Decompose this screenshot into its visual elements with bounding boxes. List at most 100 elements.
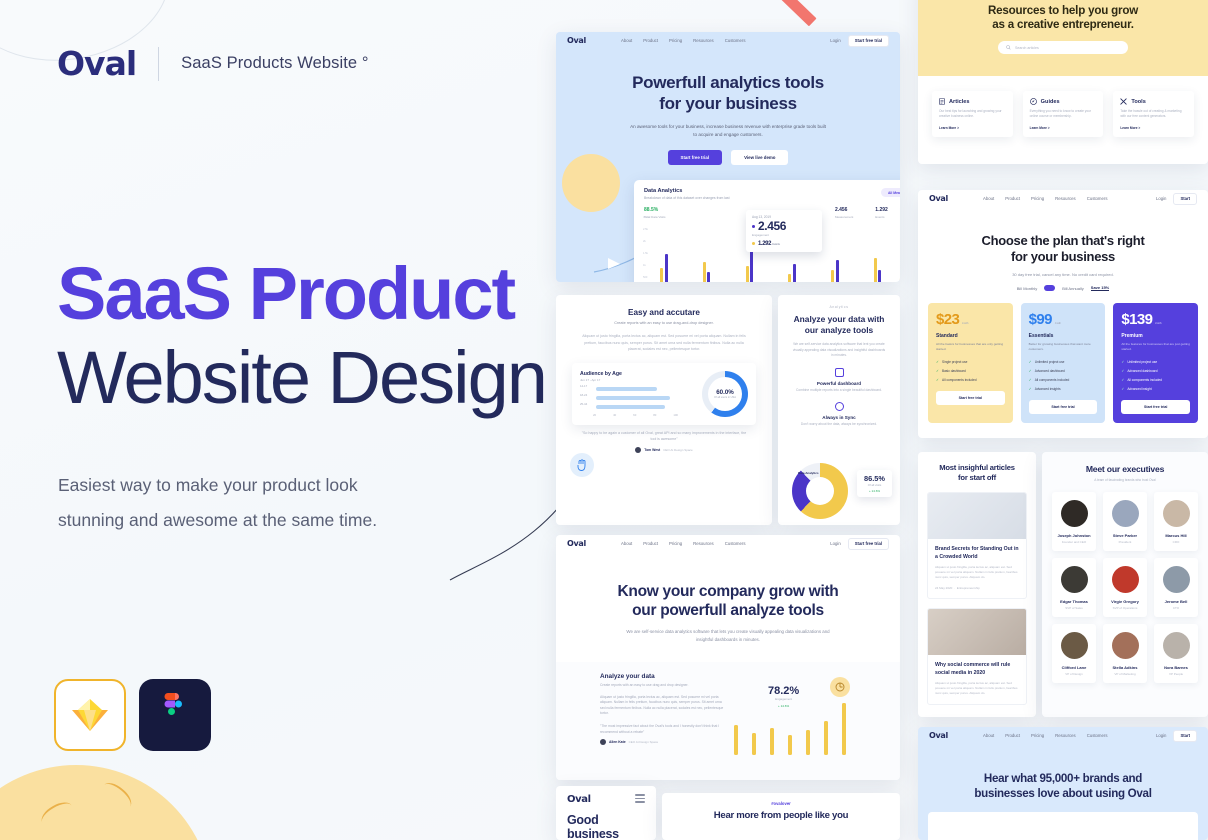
know-link-customers[interactable]: Customers bbox=[725, 541, 746, 546]
card-link-tools[interactable]: Learn More > bbox=[1120, 126, 1187, 130]
mockup-easy-accurate[interactable]: Easy and accutare Create reports with an… bbox=[556, 295, 772, 525]
mockup-resources[interactable]: Resources to help you grow as a creative… bbox=[918, 0, 1208, 164]
analyze-pct-card: 86.5% Of all visits + 14.6% bbox=[857, 470, 892, 497]
plan-essentials-cta[interactable]: Start free trial bbox=[1028, 400, 1098, 415]
mockup-analyze-tools[interactable]: Analytics Analyze your data with our ana… bbox=[778, 295, 900, 525]
resource-card-articles[interactable]: Articles Our best tips for launching and… bbox=[932, 91, 1013, 137]
hear-link-customers[interactable]: Customers bbox=[1087, 733, 1108, 738]
executive-card[interactable]: Virgie Gregory SVP of Operations bbox=[1103, 558, 1147, 617]
exec-name: Jerome Bell bbox=[1164, 599, 1188, 604]
plan-standard[interactable]: $23/month Standard All the basics for bu… bbox=[928, 303, 1013, 424]
executive-card[interactable]: Steve Parker President bbox=[1103, 492, 1147, 551]
know-nav-links: About Product Pricing Resources Customer… bbox=[621, 541, 746, 546]
hear-cta-button[interactable]: Start bbox=[1173, 729, 1197, 742]
avatar bbox=[1162, 566, 1190, 593]
hear-login-link[interactable]: Login bbox=[1156, 733, 1167, 738]
search-input[interactable]: Search articles bbox=[998, 41, 1128, 54]
brand-subtitle: SaaS Products Website ° bbox=[181, 54, 369, 72]
nav-link-pricing[interactable]: Pricing bbox=[669, 38, 682, 43]
executive-card[interactable]: Jerome Bell CTO bbox=[1154, 558, 1198, 617]
donut-value: 60.0% bbox=[716, 388, 734, 396]
author-role: CEO At Design Space bbox=[663, 447, 693, 452]
card-link-articles[interactable]: Learn More > bbox=[939, 126, 1006, 130]
age-row-label-3: 25-44 bbox=[580, 402, 588, 406]
pricing-link-customers[interactable]: Customers bbox=[1087, 196, 1108, 201]
pricing-link-product[interactable]: Product bbox=[1005, 196, 1020, 201]
pricing-cta-button[interactable]: Start bbox=[1173, 192, 1197, 205]
mock-nav-links: About Product Pricing Resources Customer… bbox=[621, 38, 746, 43]
pricing-link-about[interactable]: About bbox=[983, 196, 994, 201]
mockup-pricing[interactable]: Oval About Product Pricing Resources Cus… bbox=[918, 190, 1208, 438]
bill-monthly-label[interactable]: Bill Monthly bbox=[1017, 286, 1037, 291]
pricing-link-pricing[interactable]: Pricing bbox=[1031, 196, 1044, 201]
know-link-product[interactable]: Product bbox=[643, 541, 658, 546]
card-title-tools: Tools bbox=[1131, 98, 1146, 105]
know-link-about[interactable]: About bbox=[621, 541, 632, 546]
executive-card[interactable]: Nora Barnes VP People bbox=[1154, 624, 1198, 683]
mockup-good-business[interactable]: Oval Good business bbox=[556, 786, 656, 840]
start-trial-button[interactable]: Start free trial bbox=[847, 34, 889, 47]
bill-annually-label[interactable]: Bill Annually bbox=[1062, 286, 1084, 291]
billing-toggle[interactable] bbox=[1044, 285, 1056, 291]
plan-standard-features: ✓ Single project use ✓ Basic dashboard ✓ Al… bbox=[936, 360, 1005, 382]
exec-role: CTO bbox=[1172, 606, 1180, 610]
know-cta-button[interactable]: Start free trial bbox=[847, 537, 889, 550]
executive-card[interactable]: Stella Adkins VP of Marketing bbox=[1103, 624, 1147, 683]
nav-link-about[interactable]: About bbox=[621, 38, 632, 43]
executive-card[interactable]: Joseph Johnston Founder and CEO bbox=[1052, 492, 1096, 551]
nav-link-resources[interactable]: Resources bbox=[693, 38, 714, 43]
title-line-1: SaaS Product bbox=[57, 252, 516, 335]
sketch-badge[interactable] bbox=[54, 679, 126, 751]
hear-link-pricing[interactable]: Pricing bbox=[1031, 733, 1044, 738]
resources-title-line-2: as a creative entrepreneur. bbox=[992, 18, 1134, 31]
hamburger-menu-icon[interactable] bbox=[635, 794, 645, 804]
measurements-filter[interactable]: All Measurements bbox=[880, 188, 900, 197]
hear-link-resources[interactable]: Resources bbox=[1055, 733, 1076, 738]
pricing-login-link[interactable]: Login bbox=[1156, 196, 1167, 201]
pricing-link-resources[interactable]: Resources bbox=[1055, 196, 1076, 201]
executive-card[interactable]: Clifford Lane VP of Design bbox=[1052, 624, 1096, 683]
mockup-know-company[interactable]: Oval About Product Pricing Resources Cus… bbox=[556, 535, 900, 780]
hear-link-about[interactable]: About bbox=[983, 733, 994, 738]
mockup-articles[interactable]: Most insighful articles for start off Br… bbox=[918, 452, 1036, 717]
know-login-link[interactable]: Login bbox=[830, 541, 841, 546]
nav-link-product[interactable]: Product bbox=[643, 38, 658, 43]
executive-card[interactable]: Marcus Hill CRO bbox=[1154, 492, 1198, 551]
plan-premium-cta[interactable]: Start free trial bbox=[1121, 400, 1191, 415]
plan-standard-cta[interactable]: Start free trial bbox=[936, 391, 1005, 406]
article-item[interactable]: Why social commerce will rule social med… bbox=[927, 608, 1027, 705]
mockup-executives[interactable]: Meet our executives A team of fascinatin… bbox=[1042, 452, 1208, 717]
article-item[interactable]: Brand Secrets for Standing Out in a Crow… bbox=[927, 492, 1027, 599]
resource-card-guides[interactable]: Guides Everything you need to know to cr… bbox=[1022, 91, 1104, 137]
plan-premium[interactable]: $139/month Premium All the features for … bbox=[1113, 303, 1199, 424]
executive-card[interactable]: Edgar Thomas SVP of Sales bbox=[1052, 558, 1096, 617]
hear-nav-links: About Product Pricing Resources Customer… bbox=[983, 733, 1108, 738]
hero-secondary-button[interactable]: View live demo bbox=[731, 150, 789, 165]
know-link-pricing[interactable]: Pricing bbox=[669, 541, 682, 546]
card-link-guides[interactable]: Learn More > bbox=[1030, 126, 1097, 130]
data-analytics-dashboard[interactable]: Data Analytics Breakdown of data of this… bbox=[634, 180, 900, 282]
hear-link-product[interactable]: Product bbox=[1005, 733, 1020, 738]
articles-title-line-1: Most insighful articles bbox=[939, 463, 1015, 472]
plan-premium-features: ✓ Unlimited project use ✓ Advanced dashboa… bbox=[1121, 360, 1190, 391]
pricing-title-line-1: Choose the plan that's right bbox=[981, 233, 1145, 248]
analyze-engagement-stat: 78.2% Engagement + 14.6% bbox=[768, 685, 799, 708]
resource-card-tools[interactable]: Tools Take the hassle out of creating & … bbox=[1113, 91, 1195, 137]
mockup-analytics-hero[interactable]: Oval About Product Pricing Resources Cus… bbox=[556, 32, 900, 282]
mockup-ovalover[interactable]: #ovalover Hear more from people like you bbox=[662, 793, 900, 840]
clock-badge bbox=[830, 677, 850, 697]
search-placeholder: Search articles bbox=[1015, 45, 1039, 50]
mockup-testimonials-hero[interactable]: Oval About Product Pricing Resources Cus… bbox=[918, 727, 1208, 840]
know-link-resources[interactable]: Resources bbox=[693, 541, 714, 546]
feature-item: ✓ Advanced insight bbox=[1121, 387, 1152, 392]
login-link[interactable]: Login bbox=[830, 38, 841, 43]
brand-bar: Oval SaaS Products Website ° bbox=[57, 44, 369, 83]
pricing-title: Choose the plan that's right for your bu… bbox=[918, 233, 1208, 265]
nav-link-customers[interactable]: Customers bbox=[725, 38, 746, 43]
audience-widget[interactable]: Audience by Age Jun 17 - Apr 17 14-17 18… bbox=[572, 362, 756, 425]
pricing-nav-right: Login Start bbox=[1156, 192, 1197, 205]
hero-primary-button[interactable]: Start free trial bbox=[667, 150, 723, 165]
plan-essentials[interactable]: $99/month Essentials Better for growing … bbox=[1020, 303, 1106, 424]
figma-badge[interactable] bbox=[139, 679, 211, 751]
kpi-2-value: 1.292 bbox=[875, 207, 888, 213]
